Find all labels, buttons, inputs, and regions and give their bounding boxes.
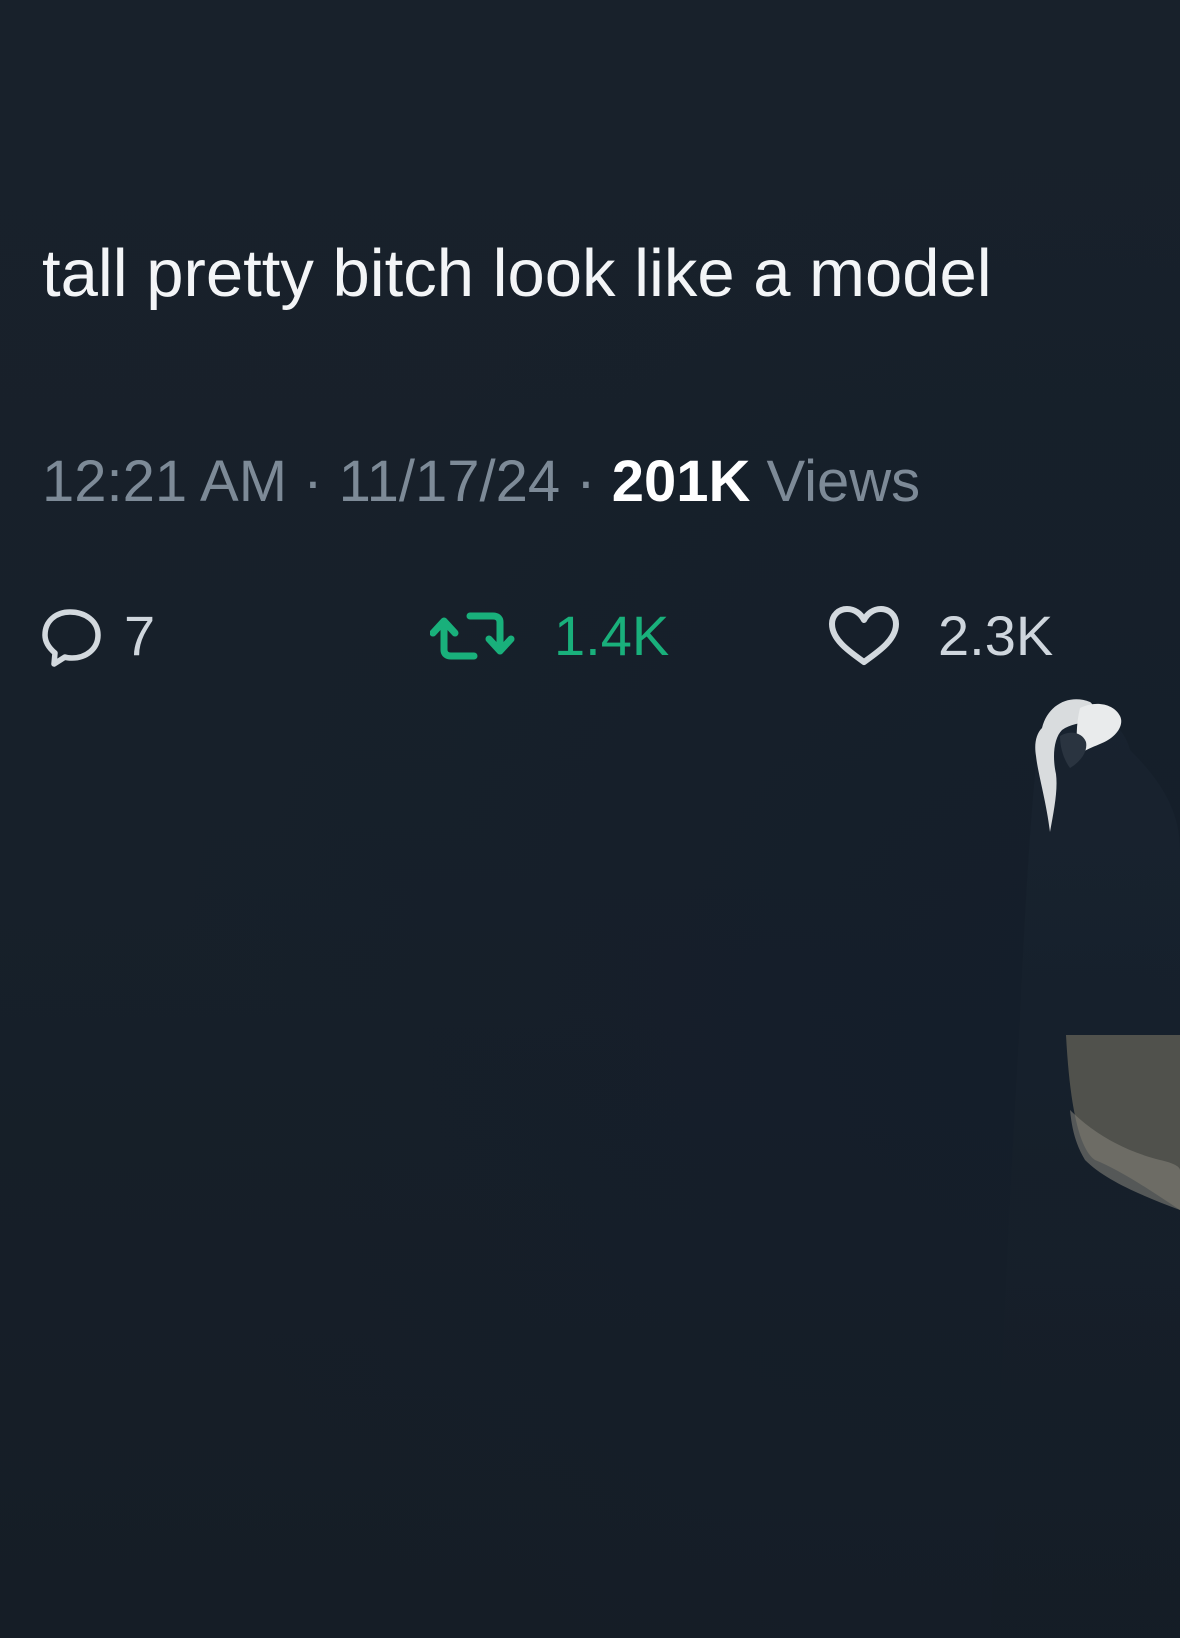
retweet-icon — [430, 612, 515, 660]
retweet-button[interactable]: 1.4K — [430, 596, 669, 676]
like-button[interactable]: 2.3K — [826, 596, 1053, 676]
meta-separator: · — [303, 449, 323, 514]
tweet-meta: 12:21 AM · 11/17/24 · 201K Views — [42, 447, 920, 517]
tweet-time[interactable]: 12:21 AM — [42, 449, 287, 514]
views-count[interactable]: 201K — [612, 449, 751, 514]
views-label[interactable]: Views — [766, 449, 920, 514]
reply-icon — [42, 609, 101, 667]
meta-separator: · — [576, 449, 596, 514]
tweet-actions: 7 1.4K 2.3K — [0, 596, 1180, 676]
tweet-screen: tall pretty bitch look like a model 12:2… — [0, 0, 1180, 1638]
tweet-text: tall pretty bitch look like a model — [42, 236, 992, 311]
heart-icon — [829, 606, 899, 665]
like-count: 2.3K — [938, 604, 1054, 667]
tweet-date[interactable]: 11/17/24 — [339, 449, 560, 514]
reply-count: 7 — [124, 604, 156, 667]
reply-button[interactable]: 7 — [40, 596, 155, 676]
background-figure-image — [990, 699, 1180, 1638]
retweet-count: 1.4K — [554, 604, 670, 667]
